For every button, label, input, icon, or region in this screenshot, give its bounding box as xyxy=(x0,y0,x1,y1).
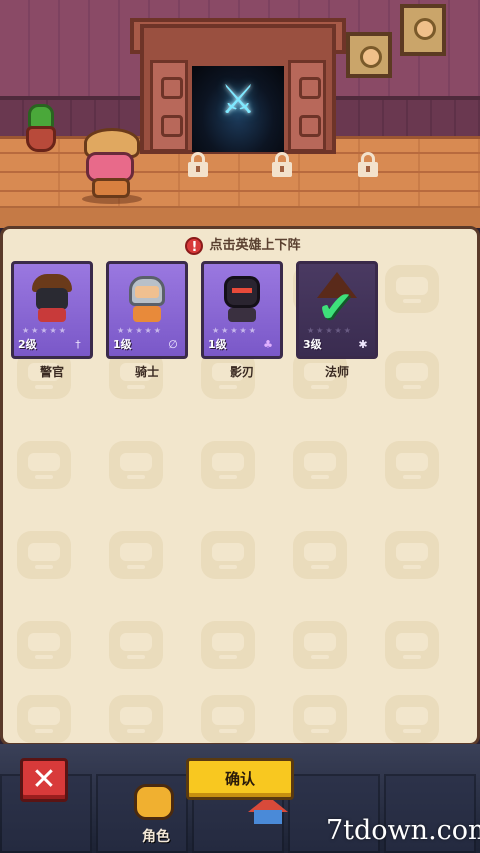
site-watermark: 7tdown.com xyxy=(326,815,480,846)
hero-card-police[interactable]: ★★★★★ 2级 † xyxy=(11,261,93,359)
hero-card-mage[interactable]: ✔ ★★★★★ 3级 ✱ xyxy=(296,261,378,359)
police-portrait xyxy=(26,272,78,322)
hero-name: 骑士 xyxy=(134,365,159,379)
hero-name: 警官 xyxy=(39,365,64,379)
nav-tab-label: 角色 xyxy=(142,829,170,845)
grape-icon: ♣ xyxy=(263,338,273,351)
slot-lock-icon xyxy=(186,152,210,178)
hero-room-scene: ⚔ xyxy=(0,0,480,228)
hero-card-knight[interactable]: ★★★★★ 1级 ∅ xyxy=(106,261,188,359)
hero-level: 3级 xyxy=(303,338,322,351)
hero-level: 1级 xyxy=(113,338,132,351)
potted-plant xyxy=(24,104,58,154)
knight-portrait xyxy=(121,272,173,322)
hero-card-shadowblade[interactable]: ★★★★★ 1级 ♣ xyxy=(201,261,283,359)
confirm-button[interactable]: 确认 xyxy=(186,758,294,800)
hero-level: 1级 xyxy=(208,338,227,351)
spark-icon: ✱ xyxy=(358,338,368,351)
hero-select-panel: ! 点击英雄上下阵 ★★★★★ 2级 † 警官 ★★★★★ 1级 ∅ 骑士 ★★★… xyxy=(0,226,480,746)
slot-lock-icon xyxy=(356,152,380,178)
star-rating: ★★★★★ xyxy=(307,326,353,335)
house-icon[interactable] xyxy=(248,796,288,826)
nav-tab-character[interactable]: 角色 xyxy=(124,774,188,845)
crossed-swords-icon[interactable]: ⚔ xyxy=(210,76,266,124)
sword-icon: † xyxy=(75,338,81,351)
star-rating: ★★★★★ xyxy=(212,326,258,335)
floor-edge xyxy=(0,206,480,228)
shield-icon: ∅ xyxy=(168,338,178,351)
hint-text: 点击英雄上下阵 xyxy=(209,238,301,253)
hero-level: 2级 xyxy=(18,338,37,351)
shadowblade-portrait xyxy=(216,272,268,322)
star-rating: ★★★★★ xyxy=(117,326,163,335)
hero-name: 影刃 xyxy=(229,365,254,379)
wall-portrait-right xyxy=(400,4,446,56)
checkmark-icon: ✔ xyxy=(317,282,354,333)
portal-pillar-right xyxy=(288,60,326,152)
close-button[interactable]: ✕ xyxy=(20,758,68,802)
star-rating: ★★★★★ xyxy=(22,326,68,335)
panel-hint: ! 点击英雄上下阵 xyxy=(3,235,477,257)
player-hero-sprite[interactable] xyxy=(78,128,148,202)
portal-pillar-left xyxy=(150,60,188,152)
character-mascot-icon xyxy=(134,784,174,820)
slot-lock-icon xyxy=(270,152,294,178)
hero-name: 法师 xyxy=(324,365,349,379)
wall-portrait-left xyxy=(346,32,392,78)
exclamation-icon: ! xyxy=(185,237,204,255)
